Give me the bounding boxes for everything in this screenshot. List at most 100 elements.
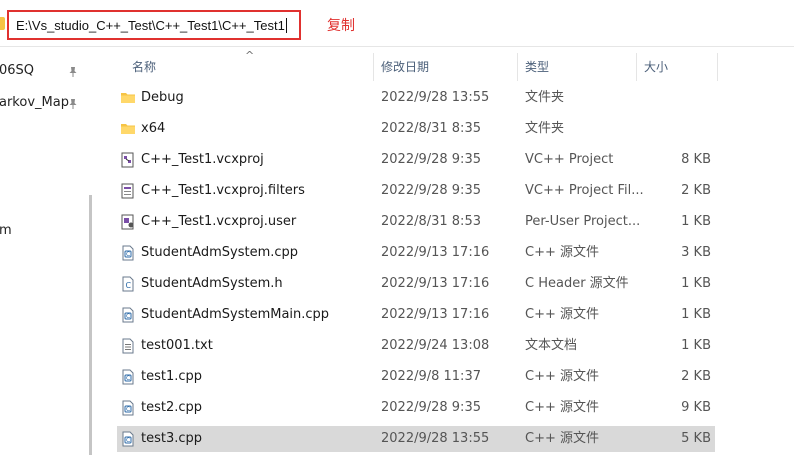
file-size: 2 KB bbox=[681, 183, 711, 198]
cpp-file-icon: C bbox=[120, 245, 136, 261]
file-size: 8 KB bbox=[681, 152, 711, 167]
file-name: x64 bbox=[141, 121, 166, 136]
file-date: 2022/9/24 13:08 bbox=[381, 338, 490, 353]
column-divider[interactable] bbox=[636, 53, 637, 81]
vcxproj-icon bbox=[120, 152, 136, 168]
user-project-icon bbox=[120, 214, 136, 230]
file-type: 文件夹 bbox=[525, 90, 565, 105]
file-row[interactable]: x64 2022/8/31 8:35 文件夹 bbox=[117, 116, 715, 142]
file-row[interactable]: C StudentAdmSystem.h 2022/9/13 17:16 C Head… bbox=[117, 271, 715, 297]
file-size: 1 KB bbox=[681, 307, 711, 322]
column-divider[interactable] bbox=[517, 53, 518, 81]
nav-item-label: m bbox=[0, 223, 12, 238]
file-type: VC++ Project bbox=[525, 152, 614, 167]
svg-text:C: C bbox=[126, 437, 130, 444]
file-type: VC++ Project Fil... bbox=[525, 183, 644, 198]
file-name: StudentAdmSystem.h bbox=[141, 276, 283, 291]
file-size bbox=[637, 85, 711, 111]
address-path[interactable]: E:\Vs_studio_C++_Test\C++_Test1\C++_Test… bbox=[16, 18, 287, 33]
file-size: 1 KB bbox=[681, 338, 711, 353]
file-name: test3.cpp bbox=[141, 431, 203, 446]
file-date: 2022/9/13 17:16 bbox=[381, 245, 490, 260]
address-bar[interactable]: E:\Vs_studio_C++_Test\C++_Test1\C++_Test… bbox=[7, 10, 301, 40]
file-date: 2022/9/28 13:55 bbox=[381, 431, 490, 446]
nav-item-06sq[interactable]: 06SQ bbox=[0, 61, 34, 81]
filters-icon bbox=[120, 183, 136, 199]
file-row[interactable]: C++_Test1.vcxproj.user 2022/8/31 8:53 Per-… bbox=[117, 209, 715, 235]
nav-item-markov-map[interactable]: arkov_Map bbox=[0, 93, 69, 113]
text-file-icon bbox=[120, 338, 136, 354]
file-type: 文件夹 bbox=[525, 121, 565, 136]
file-size: 1 KB bbox=[681, 276, 711, 291]
file-type: C++ 源文件 bbox=[525, 307, 599, 322]
folder-icon bbox=[120, 90, 136, 106]
folder-icon bbox=[0, 17, 5, 30]
file-name: StudentAdmSystem.cpp bbox=[141, 245, 299, 260]
file-size bbox=[637, 116, 711, 142]
file-size: 2 KB bbox=[681, 369, 711, 384]
file-size: 9 KB bbox=[681, 400, 711, 415]
file-type: C Header 源文件 bbox=[525, 276, 629, 291]
file-date: 2022/8/31 8:35 bbox=[381, 121, 481, 136]
file-row[interactable]: C++_Test1.vcxproj.filters 2022/9/28 9:35 V… bbox=[117, 178, 715, 204]
svg-text:C: C bbox=[126, 281, 132, 290]
file-date: 2022/9/28 9:35 bbox=[381, 183, 481, 198]
file-name: test2.cpp bbox=[141, 400, 203, 415]
file-date: 2022/8/31 8:53 bbox=[381, 214, 481, 229]
cpp-file-icon: C bbox=[120, 307, 136, 323]
file-date: 2022/9/28 13:55 bbox=[381, 90, 490, 105]
column-header-type[interactable]: 类型 bbox=[519, 53, 635, 83]
navigation-pane: 06SQ arkov_Map m bbox=[0, 47, 88, 462]
column-divider[interactable] bbox=[373, 53, 374, 81]
file-name: C++_Test1.vcxproj bbox=[141, 152, 264, 167]
pin-icon[interactable] bbox=[68, 98, 78, 110]
file-size: 1 KB bbox=[681, 214, 711, 229]
text-caret bbox=[285, 18, 287, 33]
file-name: Debug bbox=[141, 90, 184, 105]
cpp-file-icon: C bbox=[120, 431, 136, 447]
file-row[interactable]: test001.txt 2022/9/24 13:08 文本文档 1 KB bbox=[117, 333, 715, 359]
file-name: C++_Test1.vcxproj.filters bbox=[141, 183, 305, 198]
file-row[interactable]: Ctest3.cpp 2022/9/28 13:55 C++ 源文件 5 KB bbox=[117, 426, 715, 452]
file-row[interactable]: C++_Test1.vcxproj 2022/9/28 9:35 VC++ Proj… bbox=[117, 147, 715, 173]
file-date: 2022/9/8 11:37 bbox=[381, 369, 481, 384]
file-type: C++ 源文件 bbox=[525, 369, 599, 384]
file-row[interactable]: Debug 2022/9/28 13:55 文件夹 bbox=[117, 85, 715, 111]
svg-text:C: C bbox=[126, 375, 130, 382]
svg-text:C: C bbox=[126, 406, 130, 413]
file-date: 2022/9/13 17:16 bbox=[381, 307, 490, 322]
file-date: 2022/9/13 17:16 bbox=[381, 276, 490, 291]
file-size: 3 KB bbox=[681, 245, 711, 260]
file-type: C++ 源文件 bbox=[525, 245, 599, 260]
file-size: 5 KB bbox=[681, 431, 711, 446]
header-file-icon: C bbox=[120, 276, 136, 292]
file-type: Per-User Project... bbox=[525, 214, 641, 229]
cpp-file-icon: C bbox=[120, 369, 136, 385]
nav-pane-scrollbar[interactable] bbox=[89, 195, 92, 455]
copy-annotation: 复制 bbox=[327, 18, 355, 34]
column-header-size[interactable]: 大小 bbox=[638, 53, 716, 83]
file-row[interactable]: C StudentAdmSystem.cpp 2022/9/13 17:16 C++ … bbox=[117, 240, 715, 266]
file-row[interactable]: C StudentAdmSystemMain.cpp 2022/9/13 17:16… bbox=[117, 302, 715, 328]
nav-item-label: arkov_Map bbox=[0, 95, 69, 110]
pin-icon[interactable] bbox=[68, 66, 78, 78]
file-list-scrollbar[interactable] bbox=[780, 47, 794, 462]
column-header-date[interactable]: 修改日期 bbox=[375, 53, 515, 83]
file-type: 文本文档 bbox=[525, 338, 578, 353]
address-bar-strip: E:\Vs_studio_C++_Test\C++_Test1\C++_Test… bbox=[0, 0, 794, 47]
column-divider[interactable] bbox=[717, 53, 718, 81]
nav-item-m[interactable]: m bbox=[0, 221, 12, 241]
file-name: StudentAdmSystemMain.cpp bbox=[141, 307, 330, 322]
column-header-name[interactable]: 名称 bbox=[126, 53, 371, 83]
cpp-file-icon: C bbox=[120, 400, 136, 416]
file-row[interactable]: Ctest2.cpp 2022/9/28 9:35 C++ 源文件 9 KB bbox=[117, 395, 715, 421]
file-row[interactable]: Ctest1.cpp 2022/9/8 11:37 C++ 源文件 2 KB bbox=[117, 364, 715, 390]
folder-icon bbox=[120, 121, 136, 137]
file-name: C++_Test1.vcxproj.user bbox=[141, 214, 297, 229]
file-name: test001.txt bbox=[141, 338, 213, 353]
file-name: test1.cpp bbox=[141, 369, 203, 384]
file-date: 2022/9/28 9:35 bbox=[381, 400, 481, 415]
svg-text:C: C bbox=[126, 313, 130, 320]
file-type: C++ 源文件 bbox=[525, 431, 599, 446]
svg-text:C: C bbox=[126, 251, 130, 258]
